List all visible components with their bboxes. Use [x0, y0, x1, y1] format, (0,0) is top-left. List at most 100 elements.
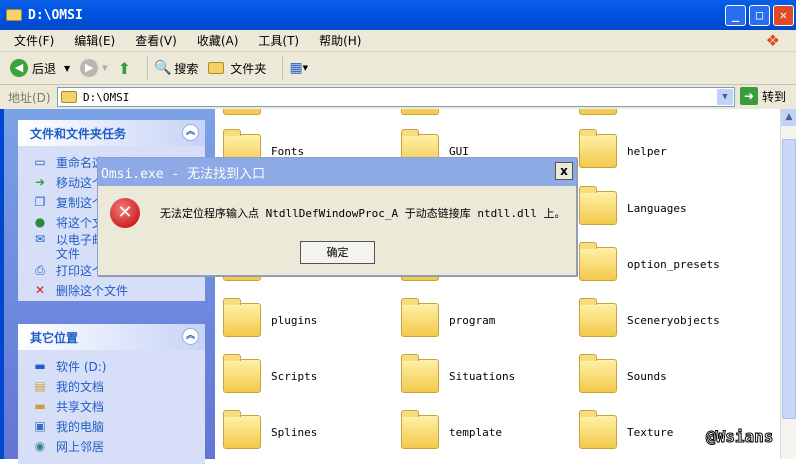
- chevron-down-icon[interactable]: ▼: [64, 64, 70, 73]
- folder-icon: [223, 298, 261, 337]
- folder-item[interactable]: template: [401, 410, 502, 449]
- dialog-close-button[interactable]: x: [555, 162, 573, 180]
- back-button[interactable]: ◀ 后退 ▼: [10, 59, 70, 77]
- folder-name: Situations: [449, 369, 516, 383]
- folder-icon: [223, 410, 261, 449]
- address-dropdown[interactable]: ▼: [717, 89, 733, 105]
- collapse-icon[interactable]: ︽: [182, 124, 199, 141]
- folder-item[interactable]: Scripts: [223, 354, 318, 393]
- folder-icon: [579, 298, 617, 337]
- up-folder-button[interactable]: ⬆: [118, 59, 131, 78]
- panel-title: 其它位置: [30, 330, 79, 345]
- folder-item[interactable]: Splines: [223, 410, 318, 449]
- menu-file[interactable]: 文件(F): [14, 32, 54, 49]
- menu-bar: 文件(F) 编辑(E) 查看(V) 收藏(A) 工具(T) 帮助(H) ❖: [0, 30, 796, 52]
- ok-button[interactable]: 确定: [300, 241, 375, 264]
- separator: [282, 56, 284, 80]
- address-input[interactable]: D:\OMSI ▼: [57, 87, 735, 107]
- folder-item[interactable]: [579, 109, 627, 115]
- views-button[interactable]: ▦ ▼: [289, 60, 308, 76]
- title-bar: D:\OMSI _ □ ✕: [0, 0, 796, 30]
- search-button[interactable]: 🔍 搜索: [154, 60, 198, 77]
- menu-tools[interactable]: 工具(T): [258, 32, 299, 49]
- folder-name: Scripts: [271, 369, 318, 383]
- folder-icon: [579, 354, 617, 393]
- address-label: 地址(D): [8, 90, 51, 105]
- place-label: 共享文档: [56, 399, 105, 414]
- folder-item[interactable]: Languages: [579, 186, 687, 225]
- forward-button[interactable]: ▶ ▼: [80, 59, 108, 77]
- vertical-scrollbar[interactable]: ▲: [780, 109, 796, 459]
- error-dialog: Omsi.exe - 无法找到入口 x ✕ 无法定位程序输入点 NtdllDef…: [97, 157, 577, 276]
- folder-icon: [579, 129, 617, 168]
- collapse-icon[interactable]: ︽: [182, 328, 199, 345]
- search-label: 搜索: [174, 61, 199, 76]
- folders-button[interactable]: 文件夹: [208, 60, 266, 77]
- folder-item[interactable]: Sounds: [579, 354, 667, 393]
- folder-name: template: [449, 425, 502, 439]
- menu-view[interactable]: 查看(V): [135, 32, 177, 49]
- place-my-documents[interactable]: ▤ 我的文档: [18, 376, 205, 396]
- folder-name: helper: [627, 144, 667, 158]
- scroll-thumb[interactable]: [782, 139, 796, 419]
- chevron-down-icon: ▼: [102, 64, 108, 72]
- close-button[interactable]: ✕: [773, 5, 794, 26]
- minimize-button[interactable]: _: [725, 5, 746, 26]
- other-places-panel: 其它位置 ︽ ▬ 软件 (D:) ▤ 我的文档 ▬ 共享文档 ▣ 我的电脑 ◉ 网上邻居: [18, 324, 205, 464]
- place-drive-d[interactable]: ▬ 软件 (D:): [18, 356, 205, 376]
- folder-icon: [401, 298, 439, 337]
- menu-edit[interactable]: 编辑(E): [74, 32, 115, 49]
- folder-item[interactable]: program: [401, 298, 496, 337]
- error-icon: ✕: [110, 198, 140, 228]
- go-button[interactable]: ➜ 转到: [740, 87, 786, 105]
- place-label: 我的文档: [56, 379, 105, 394]
- views-icon: ▦: [289, 60, 303, 76]
- task-delete[interactable]: ✕ 删除这个文件: [18, 280, 205, 300]
- folder-icon: [579, 410, 617, 449]
- email-icon: ✉: [34, 232, 46, 246]
- place-label: 软件 (D:): [56, 359, 107, 374]
- folder-item[interactable]: [223, 109, 271, 115]
- panel-header[interactable]: 其它位置 ︽: [18, 324, 205, 350]
- folder-item[interactable]: Situations: [401, 354, 516, 393]
- folder-item[interactable]: option_presets: [579, 242, 720, 281]
- menu-favorites[interactable]: 收藏(A): [197, 32, 239, 49]
- place-network[interactable]: ◉ 网上邻居: [18, 436, 205, 456]
- maximize-button[interactable]: □: [749, 5, 770, 26]
- folder-name: Languages: [627, 201, 687, 215]
- folder-name: Texture: [627, 425, 674, 439]
- folder-item[interactable]: Sceneryobjects: [579, 298, 720, 337]
- publish-web-icon: ●: [34, 215, 46, 229]
- folder-icon: [579, 109, 617, 115]
- folder-icon: [401, 410, 439, 449]
- folder-icon: [208, 62, 225, 74]
- folder-name: Splines: [271, 425, 318, 439]
- folder-item[interactable]: plugins: [223, 298, 317, 337]
- folder-icon: [61, 91, 77, 103]
- folders-label: 文件夹: [230, 61, 267, 76]
- task-label: 文件: [56, 246, 81, 261]
- computer-icon: ▣: [34, 419, 46, 433]
- folder-icon: [579, 186, 617, 225]
- scroll-up-button[interactable]: ▲: [781, 109, 796, 126]
- folder-name: Sceneryobjects: [627, 313, 720, 327]
- address-value: D:\OMSI: [83, 90, 130, 104]
- panel-header[interactable]: 文件和文件夹任务 ︽: [18, 120, 205, 146]
- folder-icon: [401, 354, 439, 393]
- folder-name: option_presets: [627, 257, 720, 271]
- folder-name: program: [449, 313, 496, 327]
- back-label: 后退: [32, 61, 57, 76]
- menu-help[interactable]: 帮助(H): [319, 32, 361, 49]
- folder-name: Fonts: [271, 144, 305, 158]
- watermark: @Wsians: [705, 427, 774, 447]
- place-my-computer[interactable]: ▣ 我的电脑: [18, 416, 205, 436]
- folder-item[interactable]: Texture: [579, 410, 674, 449]
- drive-icon: ▬: [34, 359, 46, 373]
- place-shared-documents[interactable]: ▬ 共享文档: [18, 396, 205, 416]
- up-folder-icon: ⬆: [117, 58, 131, 78]
- folder-name: GUI: [449, 144, 469, 158]
- folder-name: Sounds: [627, 369, 667, 383]
- delete-icon: ✕: [34, 283, 46, 297]
- folder-item[interactable]: [401, 109, 449, 115]
- folder-item[interactable]: helper: [579, 129, 667, 168]
